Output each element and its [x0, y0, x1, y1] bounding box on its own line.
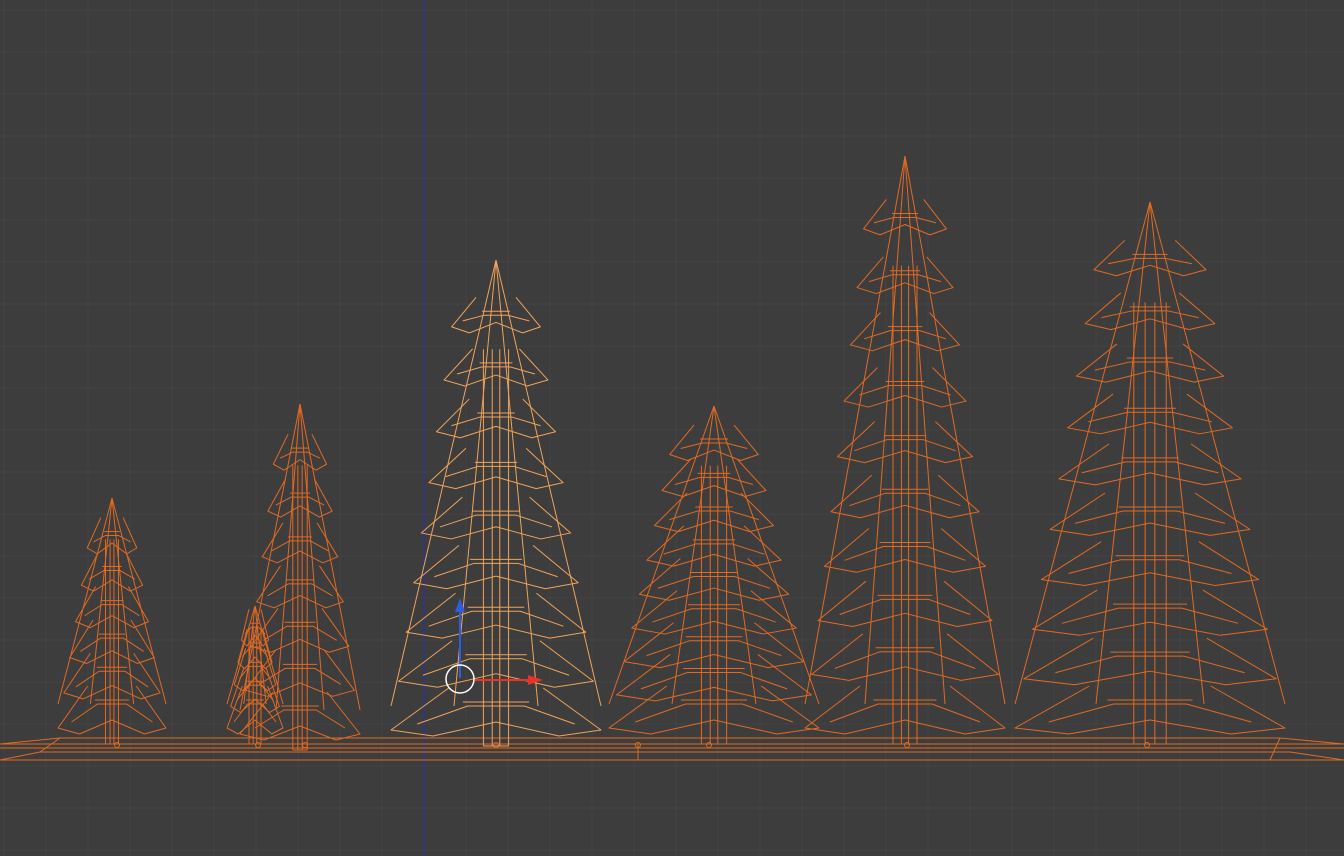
tree-1-wireframe[interactable] — [57, 497, 167, 745]
tree-4-wireframe[interactable] — [608, 405, 820, 745]
tree-5-wireframe[interactable] — [804, 155, 1006, 745]
trees-group[interactable] — [57, 155, 1286, 751]
ground-plane-wireframe[interactable] — [0, 737, 1344, 761]
tree-3-wireframe[interactable] — [390, 259, 602, 747]
viewport-canvas[interactable] — [0, 0, 1344, 856]
tree-6-wireframe[interactable] — [1014, 201, 1286, 745]
transform-gizmo[interactable] — [445, 598, 543, 694]
3d-viewport[interactable] — [0, 0, 1344, 856]
tree-2-wireframe[interactable] — [239, 403, 361, 751]
viewport-grid — [0, 0, 1344, 856]
